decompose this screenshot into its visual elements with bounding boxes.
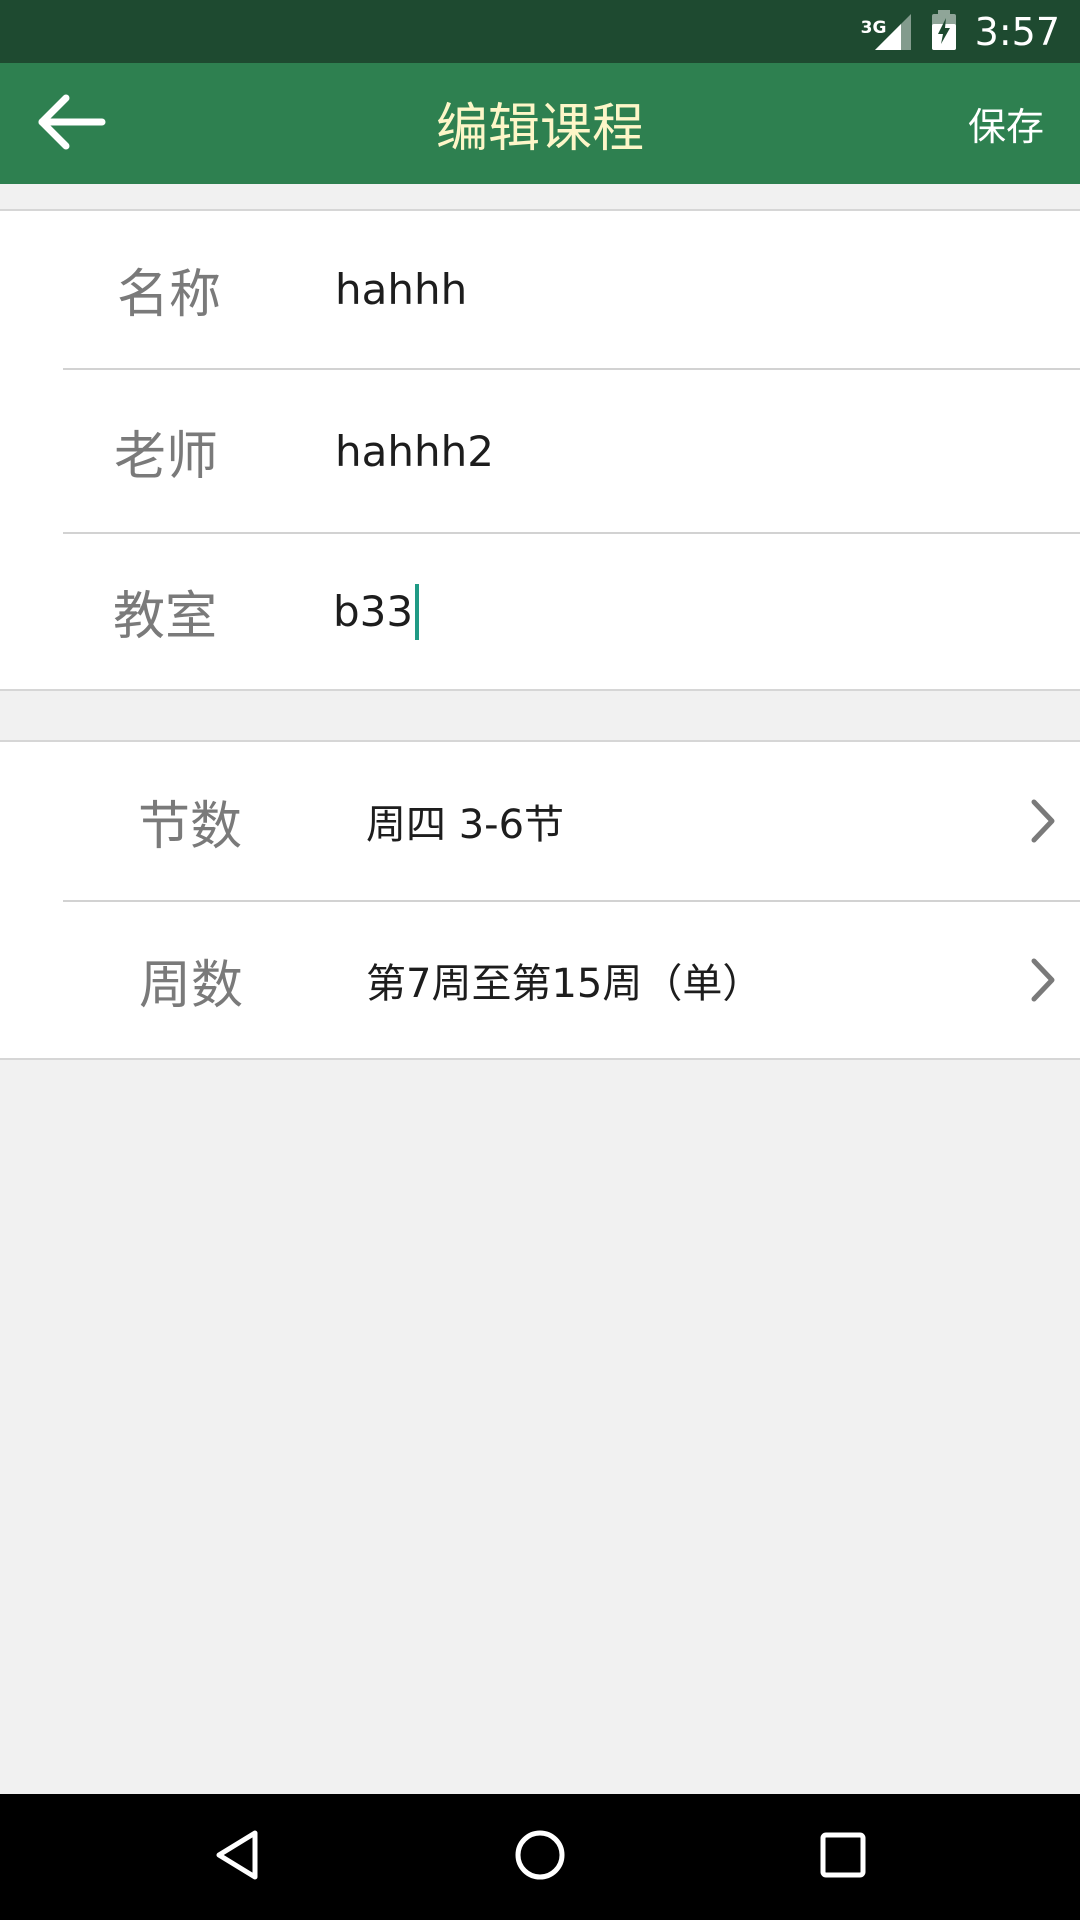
classroom-row: 教室 b33 [0, 534, 1080, 689]
nav-back-button[interactable] [167, 1794, 307, 1920]
status-bar: 3G 3:57 [0, 0, 1080, 63]
chevron-right-icon [1028, 742, 1058, 900]
arrow-left-icon [36, 92, 106, 156]
system-nav-bar [0, 1794, 1080, 1920]
back-button[interactable] [20, 81, 122, 167]
weeks-value: 第7周至第15周（单） [366, 961, 763, 1007]
sections-label: 节数 [138, 796, 243, 857]
weeks-label: 周数 [139, 955, 244, 1016]
page-title: 编辑课程 [435, 99, 644, 159]
save-button[interactable]: 保存 [968, 63, 1044, 184]
teacher-input[interactable]: hahhh2 [335, 370, 1080, 532]
signal-icon: 3G [861, 12, 913, 52]
sections-value: 周四 3-6节 [366, 802, 565, 848]
text-cursor [415, 583, 420, 640]
weeks-row[interactable]: 周数 第7周至第15周（单） [0, 902, 1080, 1058]
course-info-card: 名称 hahhh 老师 hahhh2 教室 b33 [0, 209, 1080, 691]
clock: 3:57 [974, 9, 1060, 54]
name-input[interactable]: hahhh [335, 211, 1080, 368]
app-bar: 编辑课程 保存 [0, 63, 1080, 184]
classroom-value: b33 [333, 587, 414, 636]
name-label: 名称 [117, 265, 222, 325]
schedule-card: 节数 周四 3-6节 周数 第7周至第15周（单） [0, 740, 1080, 1060]
classroom-label: 教室 [113, 587, 218, 647]
sections-row[interactable]: 节数 周四 3-6节 [0, 742, 1080, 900]
network-type: 3G [860, 17, 887, 38]
teacher-row: 老师 hahhh2 [0, 370, 1080, 532]
chevron-right-icon [1028, 902, 1058, 1058]
nav-recents-icon [819, 1831, 867, 1883]
classroom-input[interactable]: b33 [333, 534, 1080, 689]
status-icons: 3G 3:57 [861, 0, 1060, 63]
nav-home-button[interactable] [470, 1794, 610, 1920]
teacher-label: 老师 [114, 426, 219, 487]
nav-recents-button[interactable] [773, 1794, 913, 1920]
nav-back-icon [213, 1829, 261, 1885]
name-row: 名称 hahhh [0, 211, 1080, 368]
nav-home-icon [513, 1828, 567, 1886]
battery-charging-icon [931, 9, 957, 54]
